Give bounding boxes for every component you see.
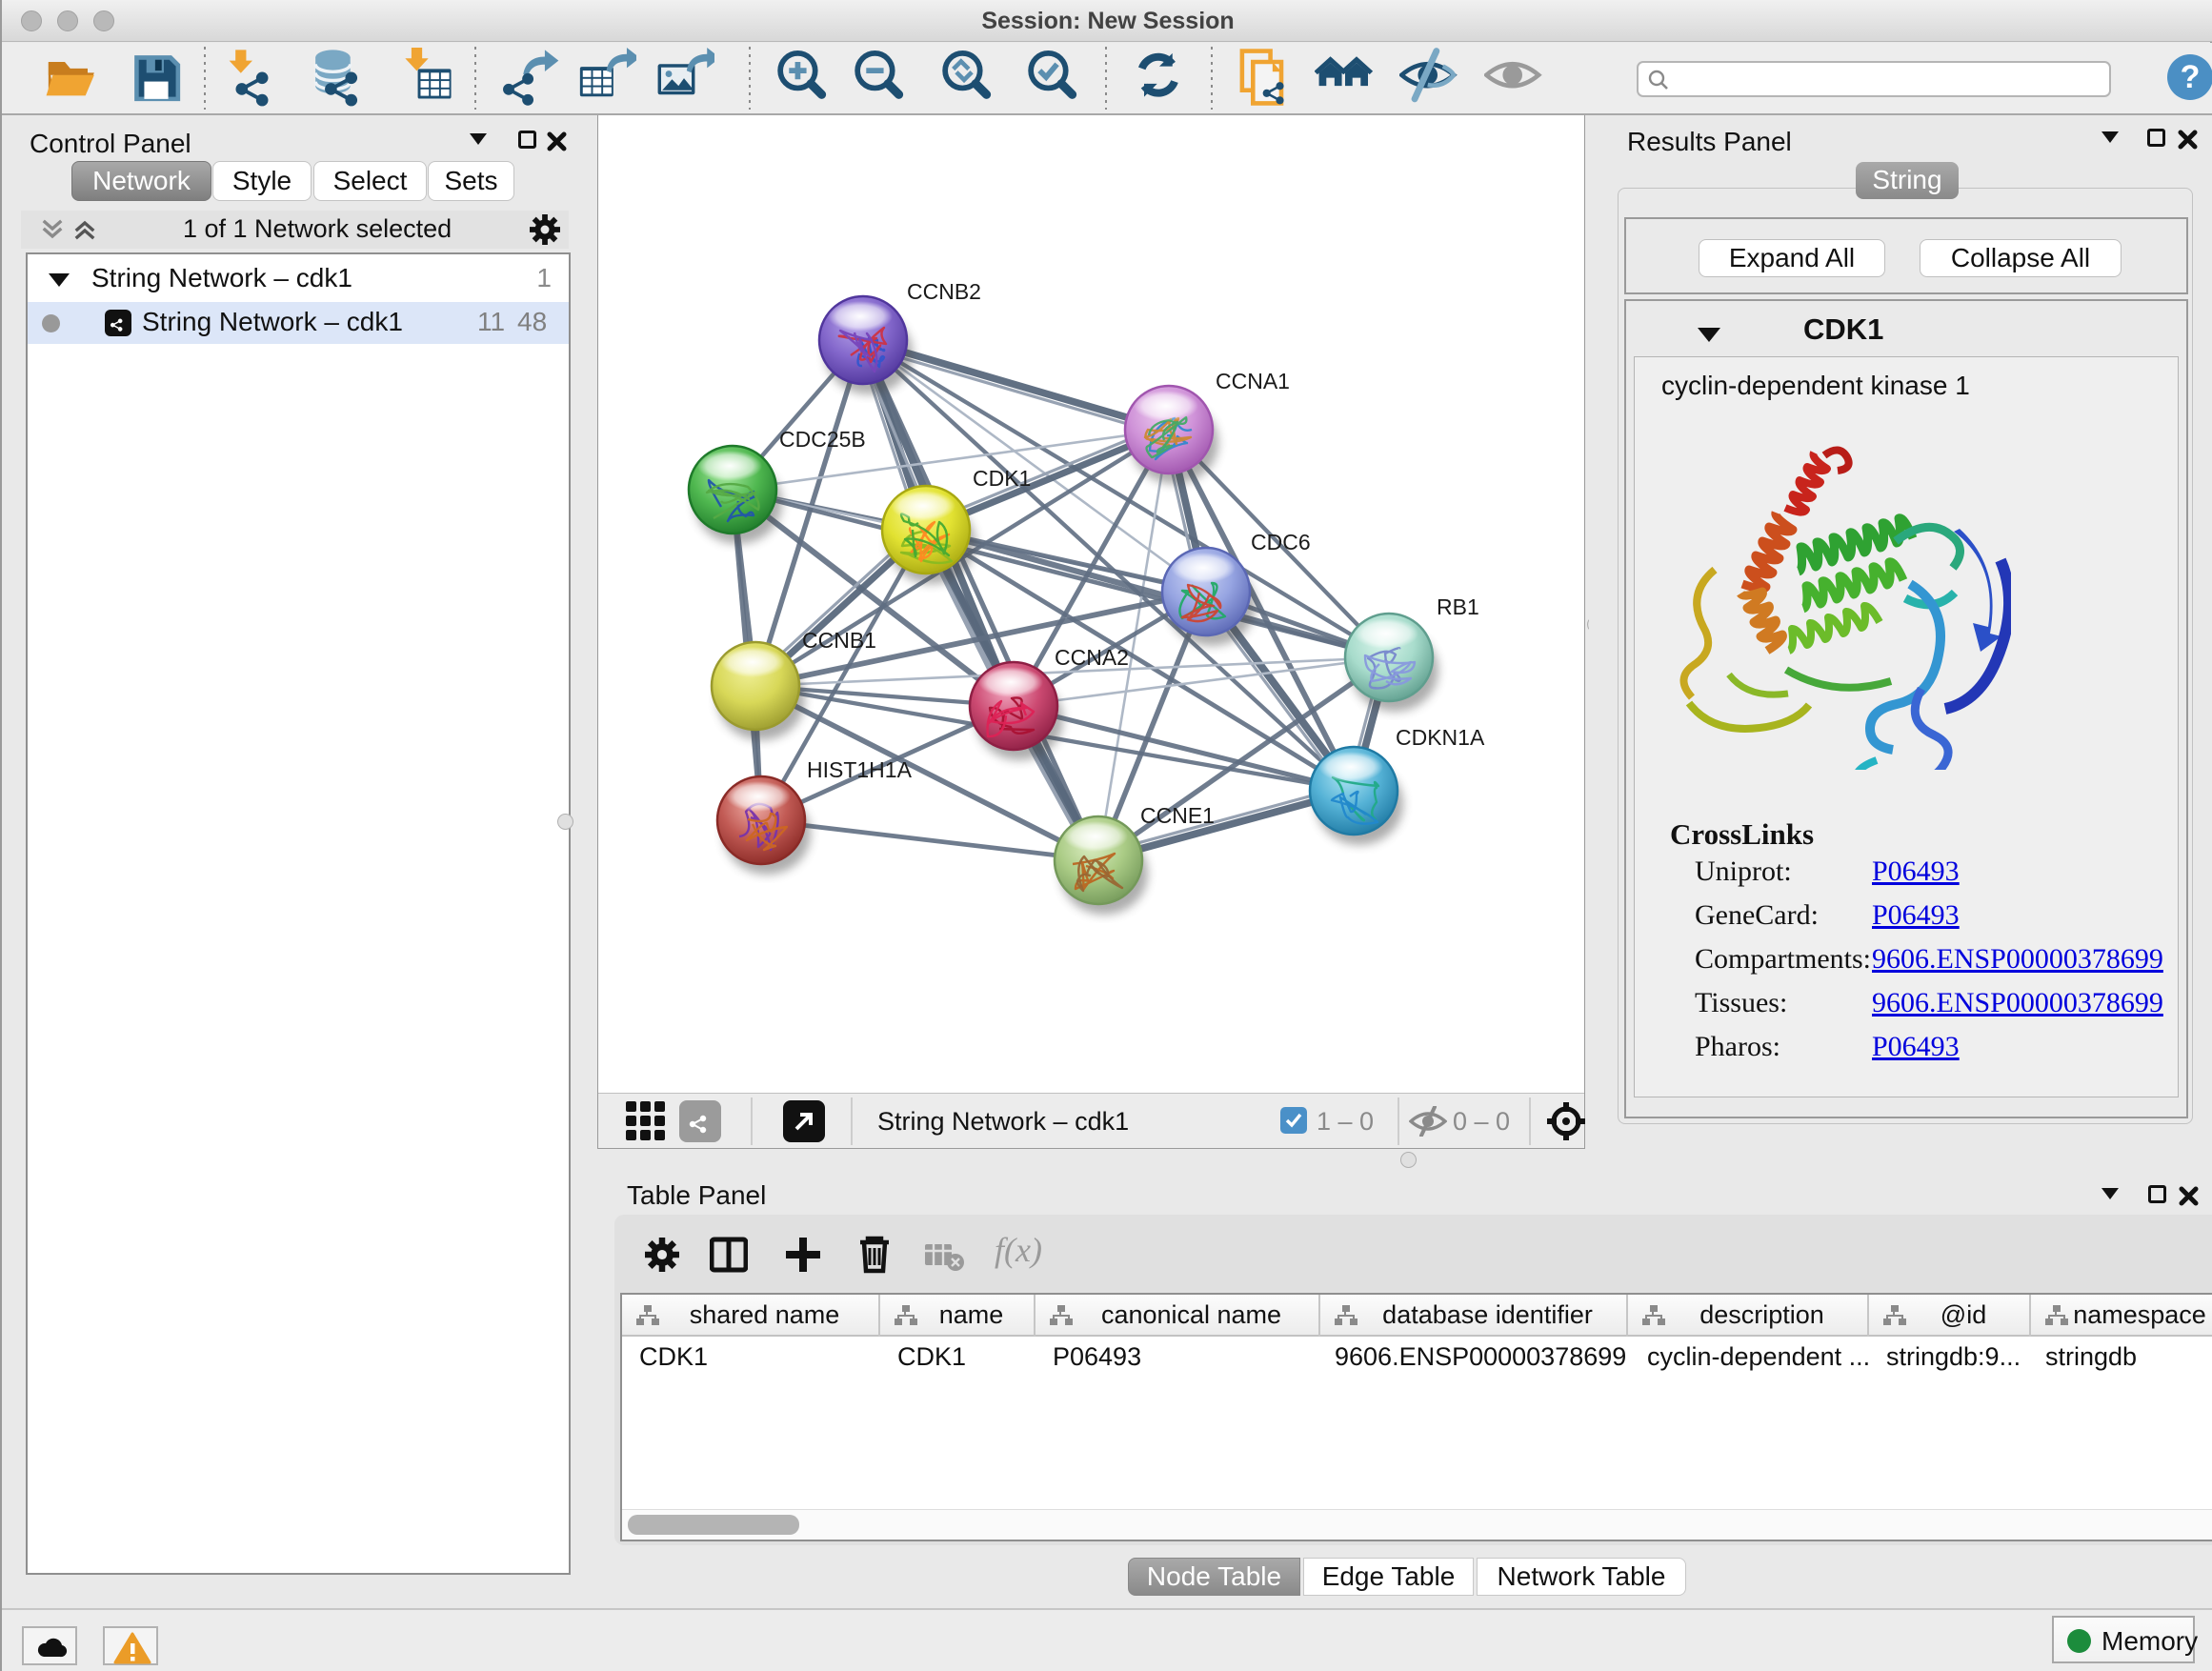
svg-text:CCNA2: CCNA2 [1055,645,1129,670]
svg-text:CDK1: CDK1 [973,466,1031,491]
svg-text:CDC25B: CDC25B [779,427,866,452]
svg-text:RB1: RB1 [1437,594,1479,619]
svg-text:CDKN1A: CDKN1A [1396,725,1485,750]
svg-text:CCNB2: CCNB2 [907,279,981,304]
svg-text:CCNB1: CCNB1 [802,628,876,653]
svg-text:CCNE1: CCNE1 [1140,803,1215,828]
svg-text:CCNA1: CCNA1 [1216,369,1290,393]
svg-text:HIST1H1A: HIST1H1A [807,757,913,782]
svg-text:CDC6: CDC6 [1251,530,1311,554]
